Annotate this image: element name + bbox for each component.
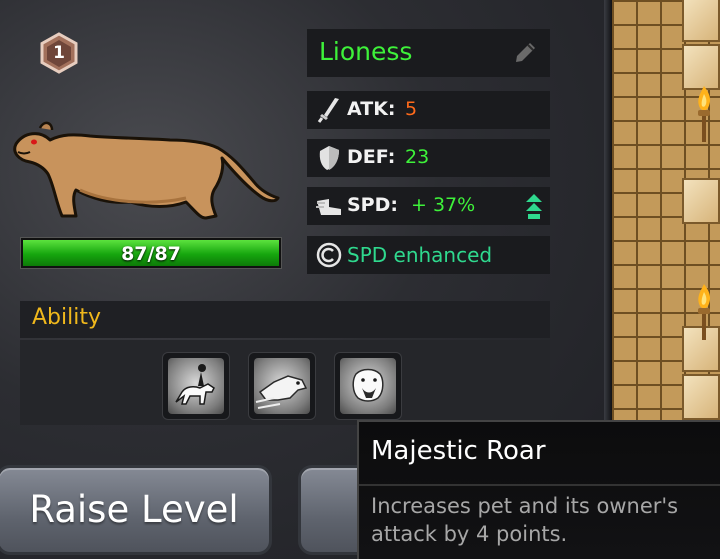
atk-value: 5 <box>405 98 418 120</box>
ability-slot-2[interactable] <box>248 352 316 420</box>
wall-tile <box>682 178 720 224</box>
stat-row-atk: ATK: 5 <box>307 91 550 129</box>
enhancement-text: SPD enhanced <box>347 243 493 267</box>
def-value: 23 <box>405 146 430 168</box>
ability-slot-1[interactable] <box>162 352 230 420</box>
ability-header: Ability <box>20 301 550 338</box>
ability-slot-3[interactable] <box>334 352 402 420</box>
lioness-portrait <box>13 121 280 220</box>
sword-icon <box>317 98 339 123</box>
ability-title: Ability <box>32 305 101 330</box>
spd-value: + 37% <box>411 194 476 216</box>
raise-level-label: Raise Level <box>29 488 239 531</box>
charging-wolf-icon <box>255 375 308 409</box>
edit-pencil-icon[interactable] <box>512 40 538 66</box>
wall-tile <box>682 0 720 42</box>
roaring-lion-icon <box>352 368 384 402</box>
level-badge: 1 <box>38 32 80 74</box>
ability-slot-3-art <box>340 358 396 414</box>
atk-label: ATK: <box>347 98 396 120</box>
ability-slot-1-art <box>168 358 224 414</box>
speed-up-arrows-icon <box>526 194 542 219</box>
ability-tooltip: Majestic Roar Increases pet and its owne… <box>357 420 720 559</box>
wall-tile <box>682 374 720 420</box>
tooltip-title: Majestic Roar <box>371 436 546 466</box>
def-label: DEF: <box>347 146 396 168</box>
enhancement-swirl-icon <box>316 242 342 268</box>
spd-label: SPD: <box>347 194 398 216</box>
pet-name: Lioness <box>319 37 413 66</box>
winged-boot-icon <box>316 199 341 215</box>
stat-row-def: DEF: 23 <box>307 139 550 177</box>
ability-slot-2-art <box>254 358 310 414</box>
tooltip-divider <box>359 484 720 486</box>
raise-level-button[interactable]: Raise Level <box>0 465 272 555</box>
torch-icon <box>698 86 711 142</box>
hp-bar: 87/87 <box>20 237 282 269</box>
tooltip-description: Increases pet and its owner's attack by … <box>371 494 679 546</box>
torch-icon <box>698 284 711 340</box>
pet-name-box: Lioness <box>307 29 550 77</box>
level-number: 1 <box>53 43 65 63</box>
shield-icon <box>319 146 339 170</box>
mounted-rider-icon <box>175 364 215 405</box>
stat-row-spd: SPD: + 37% <box>307 187 550 225</box>
hp-text: 87/87 <box>121 243 181 265</box>
enhancement-row: SPD enhanced <box>307 236 550 274</box>
